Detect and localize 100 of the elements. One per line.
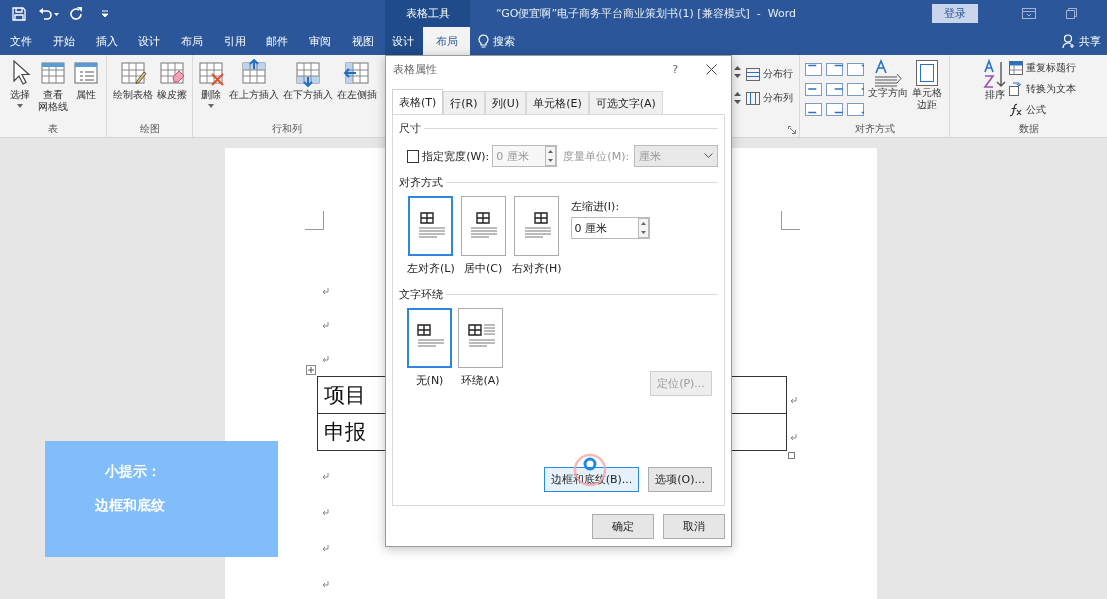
ribbon-tab[interactable]: 插入 bbox=[85, 27, 129, 55]
cell-alignment-icon[interactable] bbox=[847, 103, 864, 116]
ribbon-tab[interactable]: 视图 bbox=[341, 27, 385, 55]
ribbon-button[interactable]: 重复标题行 bbox=[1009, 61, 1076, 75]
spinner-arrows-icon[interactable] bbox=[637, 218, 649, 238]
ribbon-tab[interactable]: 布局 bbox=[423, 27, 470, 55]
ribbon-button[interactable]: 单元格 边距 bbox=[910, 57, 944, 113]
text-direction-icon bbox=[873, 59, 903, 87]
ribbon-button[interactable]: 公式 bbox=[1009, 103, 1076, 117]
unit-label: 度量单位(M): bbox=[563, 148, 630, 164]
ribbon-button[interactable]: 查看 网格线 bbox=[36, 57, 70, 115]
cell-alignment-icon[interactable] bbox=[847, 63, 864, 76]
paragraph-mark-icon bbox=[322, 355, 329, 363]
lightbulb-icon bbox=[478, 33, 489, 49]
tip-text: 边框和底纹 bbox=[95, 497, 166, 515]
dialog-button[interactable]: 取消 bbox=[663, 514, 725, 539]
cell-alignment-icon[interactable] bbox=[847, 83, 864, 96]
ribbon-tab[interactable]: 引用 bbox=[213, 27, 257, 55]
section-heading: 尺寸 bbox=[399, 120, 421, 136]
dialog-button[interactable]: 确定 bbox=[592, 514, 654, 539]
ribbon-tab[interactable]: 设计 bbox=[385, 27, 421, 55]
paragraph-mark-icon bbox=[322, 321, 329, 329]
paragraph-mark-icon bbox=[322, 287, 329, 295]
window-title: “GO便宜啊”电子商务平台商业策划书(1) [兼容模式] - Word bbox=[496, 6, 798, 21]
tip-title: 小提示： bbox=[105, 463, 162, 481]
close-icon[interactable] bbox=[706, 63, 717, 75]
option-label: 环绕(A) bbox=[461, 373, 500, 388]
table-resize-handle-icon[interactable] bbox=[788, 452, 795, 459]
ribbon-button[interactable]: 绘制表格 bbox=[110, 57, 155, 103]
group-label: 表 bbox=[48, 122, 58, 136]
ribbon-button[interactable]: 删除 bbox=[195, 57, 227, 110]
section-heading: 文字环绕 bbox=[399, 286, 443, 302]
help-button[interactable]: ? bbox=[672, 62, 678, 76]
cell-alignment-icon[interactable] bbox=[826, 83, 843, 96]
gridlines-icon bbox=[39, 59, 67, 87]
ribbon-button[interactable]: 属性 bbox=[70, 57, 102, 103]
undo-icon[interactable] bbox=[38, 6, 60, 21]
caret-icon bbox=[208, 104, 214, 108]
draw-table-icon bbox=[118, 59, 147, 87]
ribbon-tab[interactable]: 邮件 bbox=[256, 27, 299, 55]
insert-left-icon bbox=[343, 59, 371, 87]
ribbon-button[interactable]: 转换为文本 bbox=[1009, 82, 1076, 96]
group-label: 绘图 bbox=[139, 122, 160, 136]
cell-alignment-icon[interactable] bbox=[805, 83, 822, 96]
dialog-button[interactable]: 选项(O)... bbox=[648, 467, 712, 492]
alignment-option[interactable] bbox=[460, 196, 506, 256]
ribbon-button[interactable]: 排序 bbox=[981, 57, 1009, 103]
repeat-header-icon bbox=[1009, 61, 1023, 75]
wrapping-option[interactable] bbox=[407, 308, 452, 368]
ribbon-button[interactable]: 在上方插入 bbox=[227, 57, 281, 103]
ribbon-tab[interactable]: 文件 bbox=[0, 27, 43, 55]
distribute-icon bbox=[746, 91, 760, 105]
dialog-button[interactable]: 边框和底纹(B)... bbox=[543, 467, 640, 492]
ribbon-button[interactable]: 在左侧插 bbox=[335, 57, 379, 103]
dialog-launcher-icon[interactable] bbox=[788, 126, 796, 134]
ribbon-display-icon[interactable] bbox=[1022, 8, 1036, 19]
group-label: 数据 bbox=[1018, 122, 1039, 136]
wrapping-option[interactable] bbox=[458, 308, 503, 368]
alignment-option[interactable] bbox=[408, 196, 454, 256]
insert-above-icon bbox=[240, 59, 268, 87]
section-heading: 对齐方式 bbox=[399, 174, 443, 190]
cell-alignment-icon[interactable] bbox=[826, 63, 843, 76]
sign-in-button[interactable]: 登录 bbox=[932, 4, 978, 23]
option-label: 无(N) bbox=[415, 373, 444, 388]
save-icon[interactable] bbox=[12, 6, 26, 21]
dialog-tab[interactable]: 列(U) bbox=[484, 91, 527, 114]
ribbon-tab[interactable]: 布局 bbox=[170, 27, 214, 55]
alignment-option[interactable] bbox=[514, 196, 560, 256]
table-cell-text: 项目 bbox=[323, 382, 366, 409]
share-button[interactable]: 共享 bbox=[1079, 27, 1101, 55]
paragraph-mark-icon bbox=[322, 472, 329, 480]
ribbon-button[interactable]: 分布列 bbox=[746, 91, 793, 105]
indent-label: 左缩进(I): bbox=[570, 199, 621, 214]
tell-me-search[interactable]: 搜索 bbox=[493, 27, 515, 55]
ribbon-button[interactable]: 在下方插入 bbox=[281, 57, 335, 103]
customize-caret-icon[interactable] bbox=[101, 9, 109, 18]
table-move-handle-icon[interactable] bbox=[306, 365, 316, 375]
ribbon-tab[interactable]: 审阅 bbox=[298, 27, 342, 55]
ribbon-tab[interactable]: 开始 bbox=[42, 27, 86, 55]
end-of-row-mark-icon bbox=[790, 434, 797, 441]
cell-alignment-icon[interactable] bbox=[805, 63, 822, 76]
option-label: 右对齐(H) bbox=[511, 261, 562, 276]
dialog-tab[interactable]: 行(R) bbox=[443, 91, 485, 114]
indent-field[interactable]: 0 厘米 bbox=[570, 217, 650, 239]
restore-icon[interactable] bbox=[1066, 8, 1077, 19]
cell-alignment-icon[interactable] bbox=[805, 103, 822, 116]
dialog-tab[interactable]: 表格(T) bbox=[392, 89, 444, 114]
ribbon-tab[interactable]: 设计 bbox=[128, 27, 171, 55]
ribbon-button[interactable]: 分布行 bbox=[746, 67, 793, 81]
ribbon-button[interactable]: 文字方向 bbox=[866, 57, 910, 101]
width-label: 指定宽度(W): bbox=[422, 148, 490, 164]
caret-icon bbox=[17, 104, 23, 108]
dialog-tab[interactable]: 可选文字(A) bbox=[588, 91, 663, 114]
margin-corner-mark bbox=[781, 211, 800, 230]
dialog-tab[interactable]: 单元格(E) bbox=[526, 91, 589, 114]
dialog-title: 表格属性 bbox=[393, 61, 437, 77]
ribbon-button[interactable]: 橡皮擦 bbox=[154, 57, 189, 103]
cell-alignment-icon[interactable] bbox=[826, 103, 843, 116]
redo-icon[interactable] bbox=[70, 6, 83, 21]
ribbon-button[interactable]: 选择 bbox=[4, 57, 36, 110]
